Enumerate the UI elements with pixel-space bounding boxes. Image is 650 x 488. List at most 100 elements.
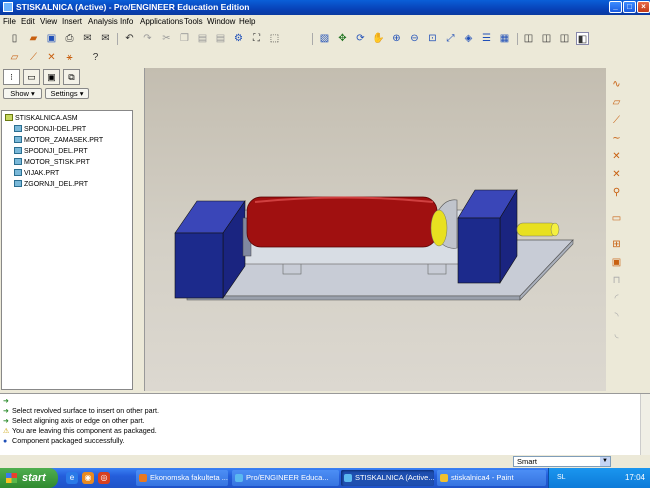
taskbar-button[interactable]: Pro/ENGINEER Educa...: [232, 470, 339, 486]
print-icon[interactable]: ⎙: [63, 32, 76, 45]
taskbar-button[interactable]: stiskalnica4 - Paint: [437, 470, 546, 486]
tree-item[interactable]: VIJAK.PRT: [14, 169, 59, 179]
datum-toolbar: ▱ ⟋ ✕ ⚹ ?: [0, 49, 650, 67]
menu-bar: File Edit View Insert Analysis Info Appl…: [0, 15, 650, 29]
chamfer-tool-icon[interactable]: ◝: [610, 310, 623, 323]
menu-window[interactable]: Window: [207, 17, 235, 26]
selection-box-icon[interactable]: ⬚: [268, 32, 281, 45]
csys-display-icon[interactable]: ⚹: [63, 51, 76, 64]
menu-tools[interactable]: Tools: [184, 17, 203, 26]
language-indicator[interactable]: SL: [557, 468, 566, 488]
maximize-button[interactable]: □: [623, 1, 636, 13]
show-dropdown[interactable]: Show ▾: [3, 88, 42, 99]
view-manager-icon[interactable]: ▦: [498, 32, 511, 45]
send-mail-icon[interactable]: ✉: [81, 32, 94, 45]
datum-plane-tool-icon[interactable]: ▱: [610, 96, 623, 109]
open-icon[interactable]: ▰: [27, 32, 40, 45]
tree-item[interactable]: ZGORNJI_DEL.PRT: [14, 180, 88, 190]
context-help-icon[interactable]: ?: [89, 51, 102, 64]
save-icon[interactable]: ▣: [45, 32, 58, 45]
model-tree-tab[interactable]: ⁝: [3, 69, 20, 85]
pan-hand-icon[interactable]: ✋: [372, 32, 385, 45]
component-tool-icon[interactable]: ▭: [610, 212, 623, 225]
favorites-tab[interactable]: ▣: [43, 69, 60, 85]
datum-axis-tool-icon[interactable]: ⟋: [610, 114, 623, 127]
spin-center-icon[interactable]: ✥: [336, 32, 349, 45]
tree-item[interactable]: MOTOR_ZAMASEK.PRT: [14, 136, 103, 146]
zoom-out-icon[interactable]: ⊖: [408, 32, 421, 45]
datum-curve-tool-icon[interactable]: ∼: [610, 132, 623, 145]
copy-icon[interactable]: ❐: [178, 32, 191, 45]
paste-special-icon[interactable]: ▤: [214, 32, 227, 45]
graphics-viewport[interactable]: [144, 68, 607, 391]
model-tree: STISKALNICA.ASM SPODNJI-DEL.PRT MOTOR_ZA…: [1, 110, 133, 390]
layers-icon[interactable]: ☰: [480, 32, 493, 45]
extrude-tool-icon[interactable]: ▣: [610, 256, 623, 269]
tree-item[interactable]: MOTOR_STISK.PRT: [14, 158, 90, 168]
ie-icon[interactable]: e: [66, 472, 78, 484]
analysis-tool-icon[interactable]: ⚲: [610, 186, 623, 199]
paste-icon[interactable]: ▤: [196, 32, 209, 45]
quicklaunch-icon[interactable]: ◎: [98, 472, 110, 484]
send-link-icon[interactable]: ✉: [99, 32, 112, 45]
message-area: ➜ ➜ Select revolved surface to insert on …: [0, 393, 650, 456]
message-line: ➜: [3, 396, 12, 406]
folder-browser-tab[interactable]: ▭: [23, 69, 40, 85]
message-line: ● Component packaged successfully.: [3, 436, 125, 445]
menu-edit[interactable]: Edit: [21, 17, 35, 26]
round-tool-icon[interactable]: ◜: [610, 292, 623, 305]
part-icon: [14, 125, 22, 132]
tree-item[interactable]: SPODNJI_DEL.PRT: [14, 147, 88, 157]
new-icon[interactable]: ▯: [8, 32, 21, 45]
hole-tool-icon[interactable]: ⊓: [610, 274, 623, 287]
cut-icon[interactable]: ✂: [160, 32, 173, 45]
find-icon[interactable]: ⛶: [250, 32, 263, 45]
saved-views-icon[interactable]: ◈: [462, 32, 475, 45]
point-display-icon[interactable]: ✕: [45, 51, 58, 64]
tree-item[interactable]: SPODNJI-DEL.PRT: [14, 125, 86, 135]
system-tray: SL 17:04: [548, 468, 650, 488]
menu-analysis[interactable]: Analysis: [88, 17, 118, 26]
firefox-icon[interactable]: ◉: [82, 472, 94, 484]
menu-applications[interactable]: Applications: [140, 17, 183, 26]
message-scrollbar[interactable]: [640, 394, 650, 456]
tree-root[interactable]: STISKALNICA.ASM: [5, 114, 78, 124]
datum-plane-tool-icon[interactable]: ∿: [610, 78, 623, 91]
minimize-button[interactable]: _: [609, 1, 622, 13]
datum-planes-icon[interactable]: ▱: [8, 51, 21, 64]
wireframe-icon[interactable]: ◫: [522, 32, 535, 45]
reorient-icon[interactable]: ⤢: [444, 32, 457, 45]
settings-dropdown[interactable]: Settings ▾: [45, 88, 89, 99]
start-button[interactable]: start: [0, 468, 58, 488]
csys-tool-icon[interactable]: ✕: [610, 168, 623, 181]
proengineer-app-icon: [3, 2, 13, 12]
undo-icon[interactable]: ↶: [123, 32, 136, 45]
zoom-in-icon[interactable]: ⊕: [390, 32, 403, 45]
selection-filter-dropdown[interactable]: Smart ▼: [513, 456, 611, 467]
taskbar-button[interactable]: STISKALNICA (Active...: [341, 470, 434, 486]
regenerate-icon[interactable]: ⚙: [232, 32, 245, 45]
menu-insert[interactable]: Insert: [62, 17, 82, 26]
create-component-icon[interactable]: ⊞: [610, 238, 623, 251]
orient-mode-icon[interactable]: ⟳: [354, 32, 367, 45]
hidden-line-icon[interactable]: ◫: [540, 32, 553, 45]
clock: 17:04: [624, 473, 645, 482]
no-hidden-icon[interactable]: ◫: [558, 32, 571, 45]
red-cylinder: [246, 196, 438, 248]
datum-axes-icon[interactable]: ⟋: [27, 51, 40, 64]
repaint-icon[interactable]: ▧: [318, 32, 331, 45]
menu-info[interactable]: Info: [120, 17, 133, 26]
message-line: ➜ Select aligning axis or edge on other p…: [3, 416, 145, 425]
menu-help[interactable]: Help: [239, 17, 255, 26]
close-button[interactable]: ×: [637, 1, 650, 13]
shading-icon[interactable]: ◧: [576, 32, 589, 45]
menu-file[interactable]: File: [3, 17, 16, 26]
draft-tool-icon[interactable]: ◟: [610, 328, 623, 341]
bullet-icon: ●: [3, 438, 8, 445]
refit-icon[interactable]: ⊡: [426, 32, 439, 45]
taskbar-button[interactable]: Ekonomska fakulteta ...: [136, 470, 228, 486]
datum-point-tool-icon[interactable]: ✕: [610, 150, 623, 163]
redo-icon[interactable]: ↷: [141, 32, 154, 45]
menu-view[interactable]: View: [40, 17, 57, 26]
connections-tab[interactable]: ⧉: [63, 69, 80, 85]
